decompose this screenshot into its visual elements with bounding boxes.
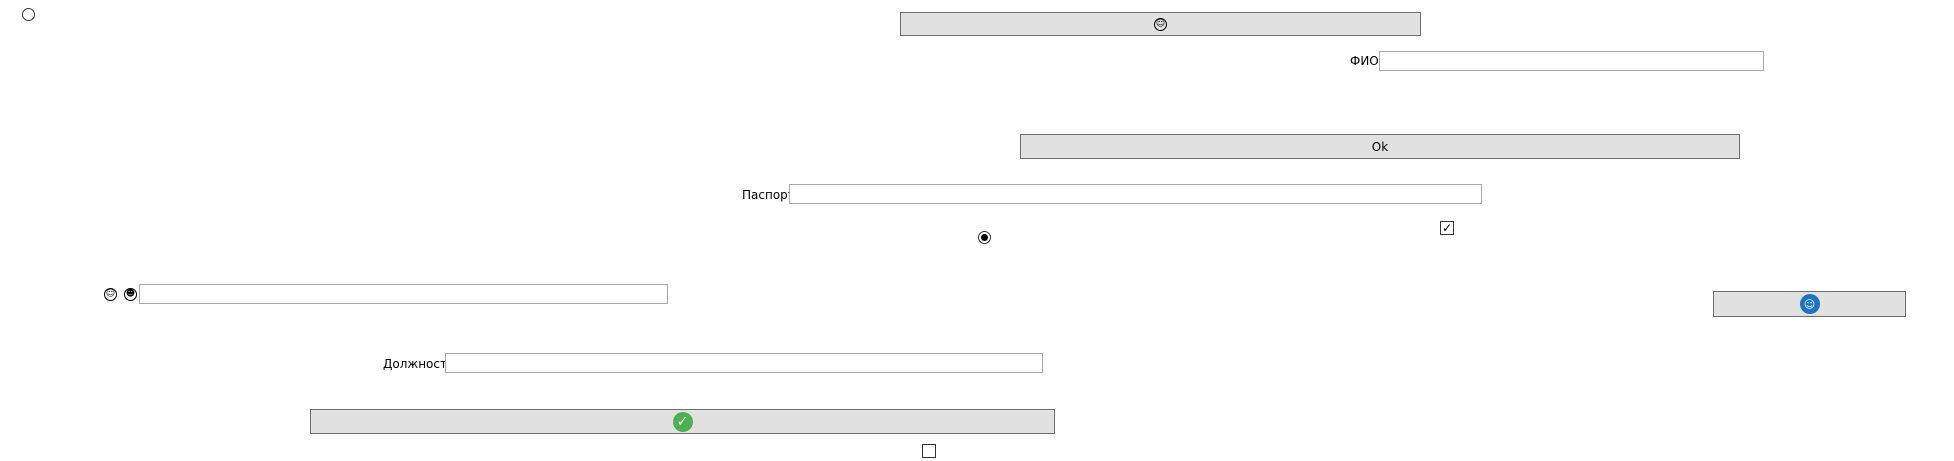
radio-option-1[interactable] [22, 8, 35, 21]
emoji-laugh-icon: ☺ [104, 288, 117, 301]
radio-option-2[interactable] [978, 231, 991, 244]
emoji-input[interactable] [139, 284, 668, 304]
confirm-button[interactable]: ✓ [310, 409, 1055, 434]
checkbox-unchecked[interactable] [922, 444, 936, 458]
checkbox-checked[interactable]: ✓ [1440, 221, 1454, 235]
emoji-button[interactable]: ☺ [900, 12, 1421, 36]
passport-input[interactable] [789, 184, 1482, 204]
user-badge-button[interactable]: ☺ [1713, 291, 1906, 317]
fio-input[interactable] [1379, 51, 1764, 71]
user-badge-icon: ☺ [1799, 294, 1820, 314]
fio-label: ФИО [1350, 54, 1379, 68]
emoji-grin-icon: ☺ [1154, 17, 1167, 31]
emoji-smile-icon: ☻ [124, 288, 137, 301]
position-input[interactable] [445, 353, 1043, 373]
passport-label: Паспорт [742, 188, 795, 202]
position-label: Должность [383, 357, 455, 371]
check-circle-icon: ✓ [672, 411, 693, 432]
ok-button[interactable]: Ok [1020, 134, 1740, 159]
